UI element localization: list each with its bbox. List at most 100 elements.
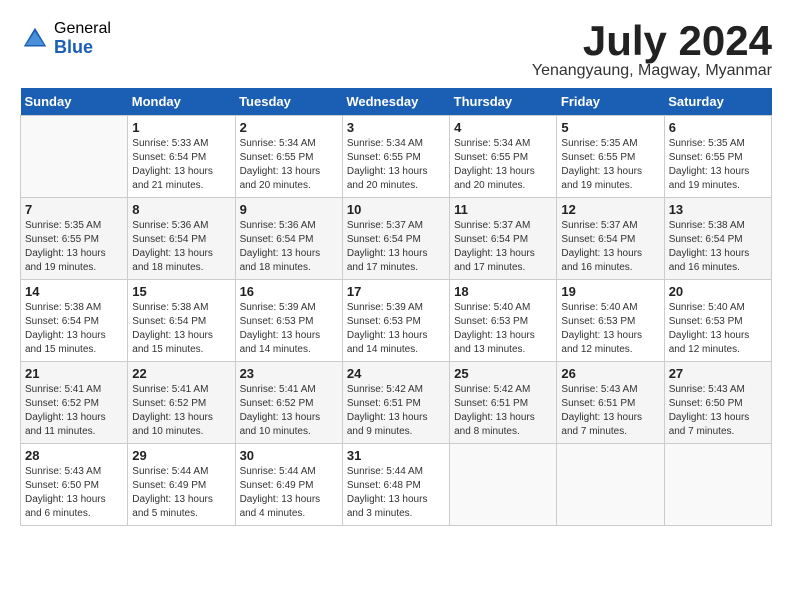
day-info: Sunrise: 5:34 AM Sunset: 6:55 PM Dayligh… bbox=[347, 137, 445, 193]
day-info: Sunrise: 5:40 AM Sunset: 6:53 PM Dayligh… bbox=[454, 301, 552, 357]
day-info: Sunrise: 5:41 AM Sunset: 6:52 PM Dayligh… bbox=[240, 383, 338, 439]
weekday-header: Monday bbox=[128, 88, 235, 116]
calendar-cell: 15 Sunrise: 5:38 AM Sunset: 6:54 PM Dayli… bbox=[128, 280, 235, 362]
calendar-cell: 17Sunrise: 5:39 AM Sunset: 6:53 PM Dayli… bbox=[342, 280, 449, 362]
calendar-cell: 26 Sunrise: 5:43 AM Sunset: 6:51 PM Dayli… bbox=[557, 362, 664, 444]
day-info: Sunrise: 5:41 AM Sunset: 6:52 PM Dayligh… bbox=[25, 383, 123, 439]
day-info: Sunrise: 5:43 AM Sunset: 6:51 PM Dayligh… bbox=[561, 383, 659, 439]
day-number: 6 bbox=[669, 120, 767, 135]
weekday-header: Friday bbox=[557, 88, 664, 116]
calendar-cell: 19 Sunrise: 5:40 AM Sunset: 6:53 PM Dayli… bbox=[557, 280, 664, 362]
day-info: Sunrise: 5:42 AM Sunset: 6:51 PM Dayligh… bbox=[347, 383, 445, 439]
calendar-cell: 8 Sunrise: 5:36 AM Sunset: 6:54 PM Daylig… bbox=[128, 198, 235, 280]
day-number: 28 bbox=[25, 448, 123, 463]
day-number: 12 bbox=[561, 202, 659, 217]
weekday-header: Thursday bbox=[450, 88, 557, 116]
calendar-cell: 1 Sunrise: 5:33 AM Sunset: 6:54 PM Daylig… bbox=[128, 116, 235, 198]
calendar-cell: 25 Sunrise: 5:42 AM Sunset: 6:51 PM Dayli… bbox=[450, 362, 557, 444]
main-title: July 2024 bbox=[532, 20, 772, 62]
calendar-cell: 11Sunrise: 5:37 AM Sunset: 6:54 PM Dayli… bbox=[450, 198, 557, 280]
day-info: Sunrise: 5:35 AM Sunset: 6:55 PM Dayligh… bbox=[669, 137, 767, 193]
weekday-header: Wednesday bbox=[342, 88, 449, 116]
calendar-cell bbox=[664, 444, 771, 526]
day-info: Sunrise: 5:38 AM Sunset: 6:54 PM Dayligh… bbox=[132, 301, 230, 357]
calendar-cell: 2 Sunrise: 5:34 AM Sunset: 6:55 PM Daylig… bbox=[235, 116, 342, 198]
day-number: 14 bbox=[25, 284, 123, 299]
calendar-cell: 18 Sunrise: 5:40 AM Sunset: 6:53 PM Dayli… bbox=[450, 280, 557, 362]
day-info: Sunrise: 5:38 AM Sunset: 6:54 PM Dayligh… bbox=[25, 301, 123, 357]
day-info: Sunrise: 5:44 AM Sunset: 6:48 PM Dayligh… bbox=[347, 465, 445, 521]
calendar-cell: 30 Sunrise: 5:44 AM Sunset: 6:49 PM Dayli… bbox=[235, 444, 342, 526]
day-info: Sunrise: 5:34 AM Sunset: 6:55 PM Dayligh… bbox=[454, 137, 552, 193]
day-number: 19 bbox=[561, 284, 659, 299]
day-info: Sunrise: 5:44 AM Sunset: 6:49 PM Dayligh… bbox=[240, 465, 338, 521]
day-number: 3 bbox=[347, 120, 445, 135]
day-number: 4 bbox=[454, 120, 552, 135]
logo-icon bbox=[20, 24, 50, 54]
weekday-header: Tuesday bbox=[235, 88, 342, 116]
calendar-header-row: SundayMondayTuesdayWednesdayThursdayFrid… bbox=[21, 88, 772, 116]
calendar-cell: 14 Sunrise: 5:38 AM Sunset: 6:54 PM Dayli… bbox=[21, 280, 128, 362]
day-info: Sunrise: 5:33 AM Sunset: 6:54 PM Dayligh… bbox=[132, 137, 230, 193]
weekday-header: Sunday bbox=[21, 88, 128, 116]
subtitle: Yenangyaung, Magway, Myanmar bbox=[532, 62, 772, 80]
day-info: Sunrise: 5:41 AM Sunset: 6:52 PM Dayligh… bbox=[132, 383, 230, 439]
day-number: 1 bbox=[132, 120, 230, 135]
day-number: 15 bbox=[132, 284, 230, 299]
calendar-cell: 16Sunrise: 5:39 AM Sunset: 6:53 PM Dayli… bbox=[235, 280, 342, 362]
day-number: 16 bbox=[240, 284, 338, 299]
calendar-week-row: 21 Sunrise: 5:41 AM Sunset: 6:52 PM Dayli… bbox=[21, 362, 772, 444]
day-number: 7 bbox=[25, 202, 123, 217]
calendar-cell: 24 Sunrise: 5:42 AM Sunset: 6:51 PM Dayli… bbox=[342, 362, 449, 444]
day-info: Sunrise: 5:35 AM Sunset: 6:55 PM Dayligh… bbox=[561, 137, 659, 193]
calendar-table: SundayMondayTuesdayWednesdayThursdayFrid… bbox=[20, 88, 772, 526]
day-info: Sunrise: 5:40 AM Sunset: 6:53 PM Dayligh… bbox=[561, 301, 659, 357]
day-number: 30 bbox=[240, 448, 338, 463]
day-number: 25 bbox=[454, 366, 552, 381]
day-number: 18 bbox=[454, 284, 552, 299]
day-number: 21 bbox=[25, 366, 123, 381]
day-number: 5 bbox=[561, 120, 659, 135]
day-info: Sunrise: 5:43 AM Sunset: 6:50 PM Dayligh… bbox=[669, 383, 767, 439]
day-number: 8 bbox=[132, 202, 230, 217]
day-number: 24 bbox=[347, 366, 445, 381]
logo-text: General Blue bbox=[54, 20, 111, 57]
day-info: Sunrise: 5:37 AM Sunset: 6:54 PM Dayligh… bbox=[561, 219, 659, 275]
day-info: Sunrise: 5:37 AM Sunset: 6:54 PM Dayligh… bbox=[454, 219, 552, 275]
calendar-cell: 20Sunrise: 5:40 AM Sunset: 6:53 PM Dayli… bbox=[664, 280, 771, 362]
calendar-cell: 23Sunrise: 5:41 AM Sunset: 6:52 PM Dayli… bbox=[235, 362, 342, 444]
day-info: Sunrise: 5:43 AM Sunset: 6:50 PM Dayligh… bbox=[25, 465, 123, 521]
calendar-cell: 10 Sunrise: 5:37 AM Sunset: 6:54 PM Dayli… bbox=[342, 198, 449, 280]
calendar-cell: 5 Sunrise: 5:35 AM Sunset: 6:55 PM Daylig… bbox=[557, 116, 664, 198]
calendar-cell: 27 Sunrise: 5:43 AM Sunset: 6:50 PM Dayli… bbox=[664, 362, 771, 444]
logo: General Blue bbox=[20, 20, 111, 57]
calendar-cell: 29Sunrise: 5:44 AM Sunset: 6:49 PM Dayli… bbox=[128, 444, 235, 526]
day-number: 26 bbox=[561, 366, 659, 381]
day-number: 9 bbox=[240, 202, 338, 217]
day-number: 31 bbox=[347, 448, 445, 463]
day-info: Sunrise: 5:40 AM Sunset: 6:53 PM Dayligh… bbox=[669, 301, 767, 357]
logo-blue: Blue bbox=[54, 38, 111, 58]
calendar-cell: 4 Sunrise: 5:34 AM Sunset: 6:55 PM Daylig… bbox=[450, 116, 557, 198]
day-info: Sunrise: 5:37 AM Sunset: 6:54 PM Dayligh… bbox=[347, 219, 445, 275]
logo-general: General bbox=[54, 20, 111, 38]
day-info: Sunrise: 5:42 AM Sunset: 6:51 PM Dayligh… bbox=[454, 383, 552, 439]
day-number: 13 bbox=[669, 202, 767, 217]
weekday-header: Saturday bbox=[664, 88, 771, 116]
day-number: 10 bbox=[347, 202, 445, 217]
day-info: Sunrise: 5:36 AM Sunset: 6:54 PM Dayligh… bbox=[132, 219, 230, 275]
calendar-week-row: 1 Sunrise: 5:33 AM Sunset: 6:54 PM Daylig… bbox=[21, 116, 772, 198]
day-info: Sunrise: 5:44 AM Sunset: 6:49 PM Dayligh… bbox=[132, 465, 230, 521]
day-info: Sunrise: 5:34 AM Sunset: 6:55 PM Dayligh… bbox=[240, 137, 338, 193]
day-info: Sunrise: 5:39 AM Sunset: 6:53 PM Dayligh… bbox=[347, 301, 445, 357]
calendar-cell: 7Sunrise: 5:35 AM Sunset: 6:55 PM Daylig… bbox=[21, 198, 128, 280]
calendar-cell: 6 Sunrise: 5:35 AM Sunset: 6:55 PM Daylig… bbox=[664, 116, 771, 198]
calendar-cell: 9 Sunrise: 5:36 AM Sunset: 6:54 PM Daylig… bbox=[235, 198, 342, 280]
day-info: Sunrise: 5:36 AM Sunset: 6:54 PM Dayligh… bbox=[240, 219, 338, 275]
calendar-week-row: 7Sunrise: 5:35 AM Sunset: 6:55 PM Daylig… bbox=[21, 198, 772, 280]
calendar-cell: 22Sunrise: 5:41 AM Sunset: 6:52 PM Dayli… bbox=[128, 362, 235, 444]
page-header: General Blue July 2024 Yenangyaung, Magw… bbox=[20, 20, 772, 80]
day-number: 2 bbox=[240, 120, 338, 135]
day-number: 27 bbox=[669, 366, 767, 381]
calendar-cell: 13Sunrise: 5:38 AM Sunset: 6:54 PM Dayli… bbox=[664, 198, 771, 280]
